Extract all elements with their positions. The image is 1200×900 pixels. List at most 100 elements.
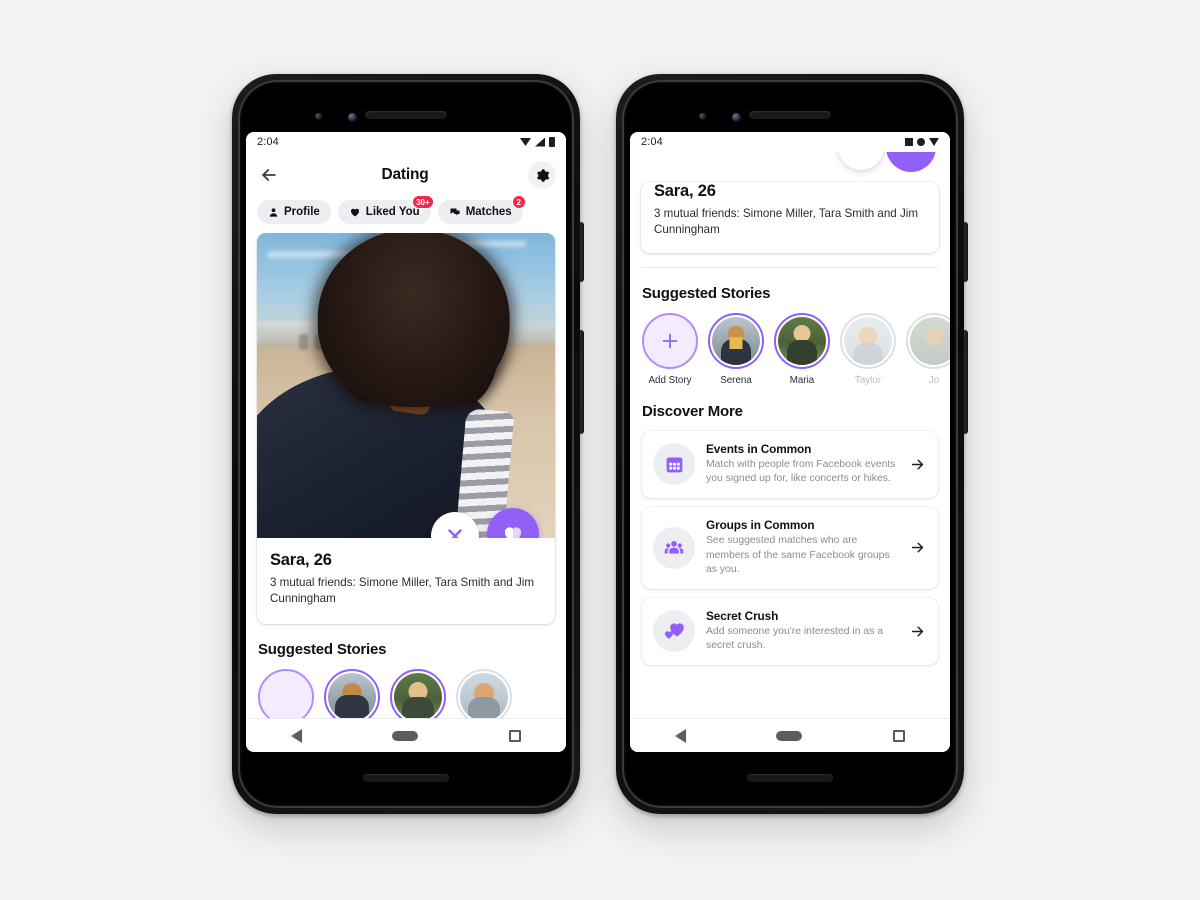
- people-group-icon: [653, 526, 695, 569]
- back-arrow-icon[interactable]: [256, 162, 282, 188]
- story-item[interactable]: [258, 668, 314, 718]
- story-item[interactable]: Jo: [906, 312, 950, 386]
- phone-device-left: 2:04 Dating Profile Liked You 30+ Matche…: [232, 74, 584, 814]
- story-ring: [456, 668, 512, 718]
- story-item-add[interactable]: Add Story: [642, 312, 698, 386]
- match-name: Sara, 26: [270, 551, 332, 569]
- sensor-dot-icon: [699, 113, 706, 120]
- arrow-right-icon[interactable]: [907, 456, 927, 473]
- earpiece-speaker: [365, 111, 447, 119]
- volume-button[interactable]: [580, 330, 584, 434]
- pass-button[interactable]: [431, 512, 479, 538]
- avatar-body: [853, 342, 883, 365]
- nav-back-icon[interactable]: [675, 728, 687, 743]
- story-ring: [774, 312, 830, 369]
- scroll-body-right[interactable]: Sara, 26 3 mutual friends: Simone Miller…: [630, 152, 950, 718]
- nav-home-icon[interactable]: [776, 730, 803, 741]
- earpiece-speaker: [749, 111, 831, 119]
- android-nav-bar: [630, 718, 950, 752]
- discover-card-groups[interactable]: Groups in Common See suggested matches w…: [642, 507, 938, 589]
- heart-icon: [349, 206, 361, 218]
- matches-badge: 2: [511, 195, 526, 209]
- triangle-icon: [929, 138, 939, 146]
- screen-right: 2:04 Sara, 26 3 mutual friends: Simone M…: [630, 132, 950, 752]
- status-icons: [905, 138, 939, 146]
- phone-bezel-left: 2:04 Dating Profile Liked You 30+ Matche…: [238, 80, 574, 808]
- avatar: [460, 672, 508, 718]
- discover-card-events[interactable]: Events in Common Match with people from …: [642, 430, 938, 499]
- tab-matches-label: Matches: [465, 206, 512, 218]
- gear-icon[interactable]: [528, 161, 556, 189]
- tab-matches[interactable]: Matches 2: [437, 195, 526, 224]
- story-ring: [906, 312, 950, 369]
- story-item[interactable]: Serena: [708, 312, 764, 386]
- discover-card-desc: See suggested matches who are members of…: [706, 535, 890, 576]
- story-label: Serena: [720, 374, 752, 386]
- avatar-detail: [729, 336, 743, 349]
- avatar: [394, 672, 442, 718]
- story-ring: [840, 312, 896, 369]
- avatar: [712, 316, 760, 365]
- background-person: [299, 333, 308, 350]
- phone-device-right: 2:04 Sara, 26 3 mutual friends: Simone M…: [616, 74, 968, 814]
- like-button-partial[interactable]: [886, 152, 936, 172]
- volume-button[interactable]: [964, 330, 968, 434]
- story-item[interactable]: [324, 668, 380, 718]
- discover-card-text: Secret Crush Add someone you're interest…: [706, 609, 896, 654]
- nav-recent-icon[interactable]: [508, 729, 521, 742]
- nav-home-icon[interactable]: [392, 730, 419, 741]
- arrow-right-icon[interactable]: [907, 539, 927, 556]
- pass-button-partial[interactable]: [838, 152, 884, 170]
- stories-row-right[interactable]: Add Story Serena Maria Taylor Jo: [630, 312, 950, 386]
- story-ring: [390, 668, 446, 718]
- avatar-body: [335, 694, 369, 718]
- app-header: Dating: [246, 152, 566, 198]
- circle-icon: [917, 138, 925, 146]
- power-button[interactable]: [964, 222, 968, 282]
- discover-card-secret-crush[interactable]: Secret Crush Add someone you're interest…: [642, 597, 938, 665]
- tab-pill-row: Profile Liked You 30+ Matches 2: [246, 195, 566, 233]
- match-card[interactable]: Sara, 26 3 mutual friends: Simone Miller…: [257, 233, 555, 624]
- arrow-right-icon[interactable]: [907, 623, 927, 640]
- status-time: 2:04: [641, 136, 663, 148]
- match-mutual-friends: 3 mutual friends: Simone Miller, Tara Sm…: [270, 576, 534, 606]
- nav-back-icon[interactable]: [291, 728, 303, 743]
- story-item[interactable]: [456, 668, 512, 718]
- avatar-head: [925, 326, 943, 345]
- scroll-body-left[interactable]: Sara, 26 3 mutual friends: Simone Miller…: [246, 233, 566, 718]
- status-icons: [520, 137, 555, 147]
- calendar-grid-icon: [653, 443, 695, 486]
- bottom-speaker: [747, 774, 833, 782]
- android-nav-bar: [246, 718, 566, 752]
- stories-row-left[interactable]: [246, 668, 566, 718]
- match-card-scrolled[interactable]: Sara, 26 3 mutual friends: Simone Miller…: [641, 182, 939, 253]
- story-item[interactable]: Taylor: [840, 312, 896, 386]
- background-building: [257, 321, 319, 348]
- curly-hair: [317, 233, 510, 407]
- avatar: [778, 316, 826, 365]
- avatar-body: [402, 696, 434, 718]
- nav-recent-icon[interactable]: [892, 729, 905, 742]
- story-item[interactable]: Maria: [774, 312, 830, 386]
- story-item[interactable]: [390, 668, 446, 718]
- power-button[interactable]: [580, 222, 584, 282]
- avatar: [328, 672, 376, 718]
- suggested-stories-title: Suggested Stories: [258, 640, 387, 658]
- front-camera-icon: [732, 113, 741, 122]
- tab-liked-you-label: Liked You: [365, 206, 420, 218]
- two-hearts-icon: [653, 610, 695, 653]
- card-action-buttons: [431, 508, 539, 538]
- story-ring: [708, 312, 764, 369]
- partial-action-buttons: [630, 152, 950, 182]
- discover-card-text: Events in Common Match with people from …: [706, 442, 896, 487]
- tab-liked-you[interactable]: Liked You 30+: [337, 195, 434, 224]
- wifi-icon: [520, 138, 531, 146]
- liked-you-badge: 30+: [412, 195, 434, 209]
- like-button[interactable]: [487, 508, 539, 538]
- chat-bubbles-icon: [449, 206, 461, 218]
- tab-profile[interactable]: Profile: [257, 200, 331, 224]
- avatar-body: [468, 696, 500, 718]
- story-ring: [324, 668, 380, 718]
- add-story-ring: [642, 312, 698, 369]
- square-icon: [905, 138, 913, 146]
